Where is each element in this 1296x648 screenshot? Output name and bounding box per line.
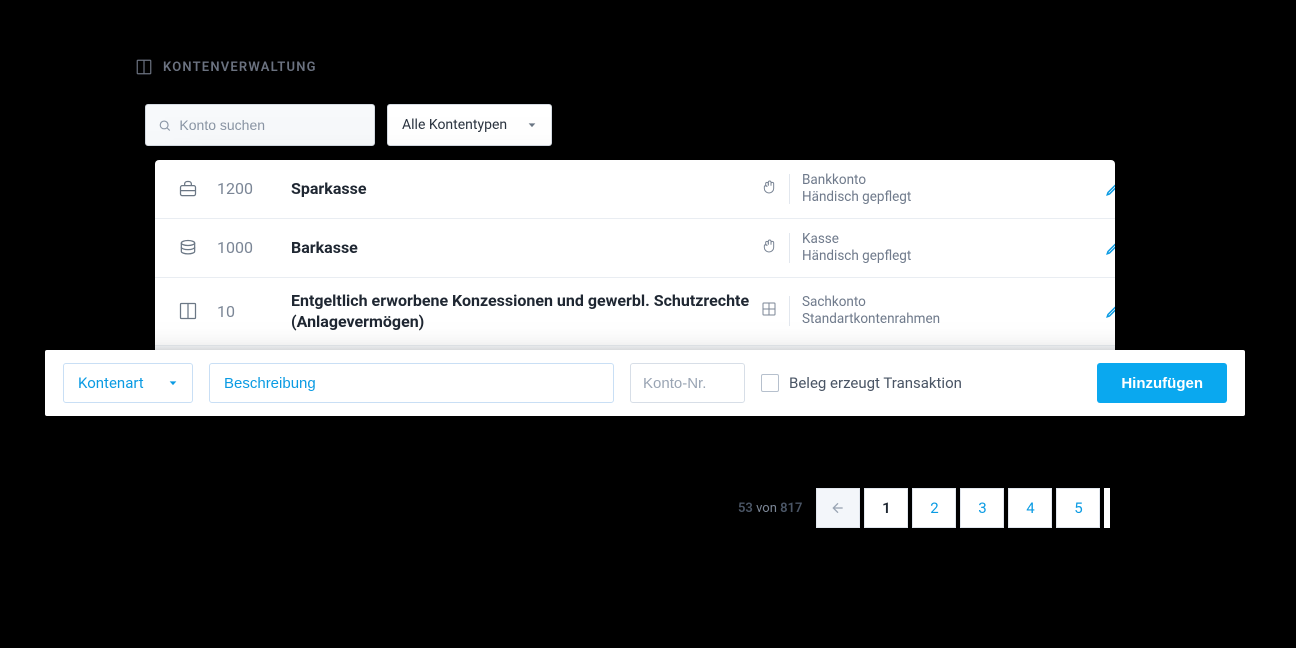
hand-icon: [761, 238, 777, 258]
account-status: Händisch gepflegt: [802, 189, 911, 206]
account-type: Sachkonto: [802, 294, 940, 311]
grid-icon: [761, 301, 777, 321]
account-status: Händisch gepflegt: [802, 248, 911, 265]
row-meta: Kasse Händisch gepflegt: [761, 231, 911, 265]
beschreibung-input[interactable]: [209, 363, 614, 403]
konto-nr-input[interactable]: [630, 363, 745, 403]
table-row[interactable]: 1000 Barkasse Kasse Händisch gepflegt: [155, 219, 1115, 278]
layout-icon: [177, 301, 199, 321]
edit-icon[interactable]: [1105, 238, 1115, 258]
pagination-page-5[interactable]: 5: [1056, 488, 1100, 528]
pagination-page-2[interactable]: 2: [912, 488, 956, 528]
pagination-page-4[interactable]: 4: [1008, 488, 1052, 528]
row-meta: Sachkonto Standartkontenrahmen: [761, 294, 940, 328]
account-type-filter[interactable]: Alle Kontentypen: [387, 104, 552, 146]
row-meta: Bankkonto Händisch gepflegt: [761, 172, 911, 206]
search-input[interactable]: [179, 117, 362, 133]
account-name: Sparkasse: [291, 178, 761, 200]
account-name: Entgeltlich erworbene Konzessionen und g…: [291, 290, 761, 333]
hand-icon: [761, 179, 777, 199]
pagination-page-3[interactable]: 3: [960, 488, 1004, 528]
pagination-prev[interactable]: [816, 488, 860, 528]
edit-icon[interactable]: [1105, 179, 1115, 199]
account-number: 1000: [217, 238, 277, 257]
chevron-down-icon: [168, 378, 178, 388]
arrow-left-icon: [830, 500, 846, 516]
layout-icon: [135, 58, 153, 76]
table-row[interactable]: 1200 Sparkasse Bankkonto Händisch gepfle…: [155, 160, 1115, 219]
coins-icon: [177, 238, 199, 258]
pagination-page-1[interactable]: 1: [864, 488, 908, 528]
chevron-down-icon: [527, 120, 537, 130]
add-button[interactable]: Hinzufügen: [1097, 363, 1227, 403]
kontenart-label: Kontenart: [78, 374, 144, 392]
insert-bar: Kontenart Beleg erzeugt Transaktion Hinz…: [45, 350, 1245, 416]
account-type: Bankkonto: [802, 172, 911, 189]
pagination-info: 53 von 817: [738, 501, 802, 516]
account-type-filter-label: Alle Kontentypen: [402, 117, 507, 133]
account-name: Barkasse: [291, 237, 761, 259]
checkbox-icon[interactable]: [761, 374, 779, 392]
page-title-text: KONTENVERWALTUNG: [163, 60, 317, 75]
account-number: 1200: [217, 179, 277, 198]
page-title: KONTENVERWALTUNG: [135, 58, 317, 76]
search-icon: [158, 118, 171, 133]
pagination: 53 von 817 1 2 3 4 5: [738, 488, 1110, 528]
beleg-checkbox-wrap[interactable]: Beleg erzeugt Transaktion: [761, 374, 962, 392]
account-status: Standartkontenrahmen: [802, 311, 940, 328]
account-number: 10: [217, 302, 277, 321]
pagination-more: [1104, 488, 1110, 528]
beleg-checkbox-label: Beleg erzeugt Transaktion: [789, 374, 962, 392]
search-input-wrap[interactable]: [145, 104, 375, 146]
account-type: Kasse: [802, 231, 911, 248]
table-row[interactable]: 10 Entgeltlich erworbene Konzessionen un…: [155, 278, 1115, 346]
edit-icon[interactable]: [1105, 301, 1115, 321]
briefcase-icon: [177, 179, 199, 199]
kontenart-select[interactable]: Kontenart: [63, 363, 193, 403]
